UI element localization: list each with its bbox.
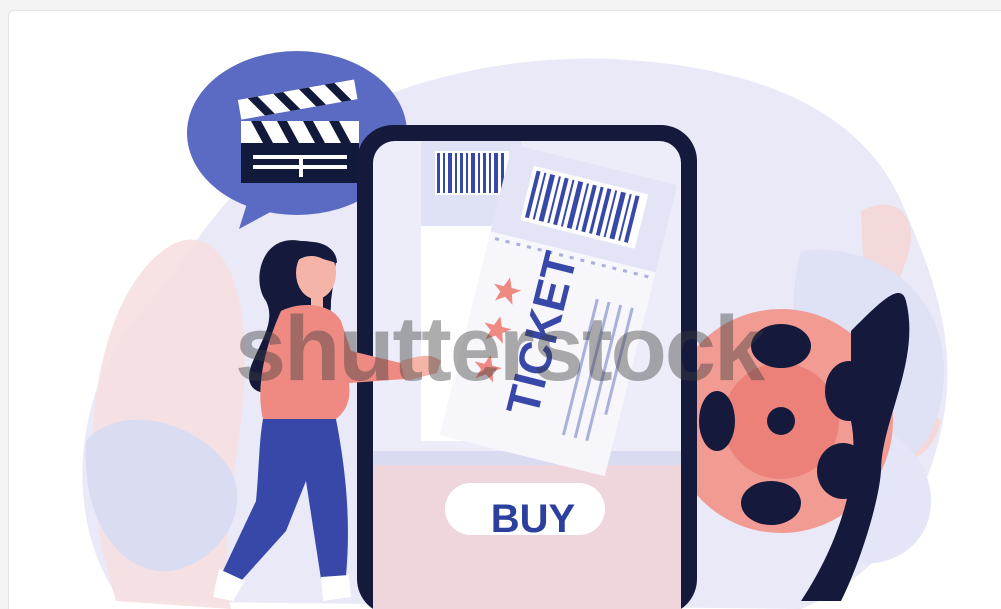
shoe-right (321, 575, 351, 601)
image-frame: TICKET (0, 0, 1001, 608)
illustration-card: TICKET (8, 10, 1001, 609)
buy-button: BUY (453, 493, 613, 545)
